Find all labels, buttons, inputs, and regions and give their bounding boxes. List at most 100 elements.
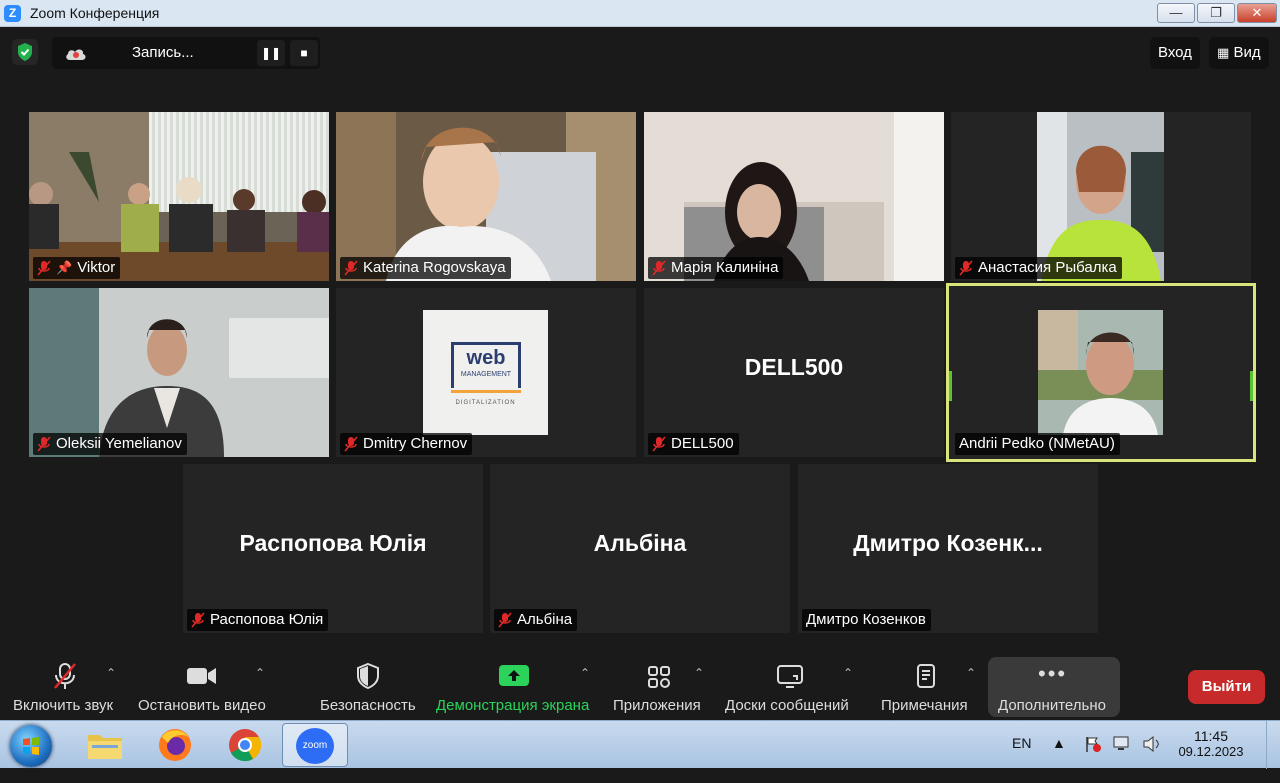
language-indicator[interactable]: EN: [1012, 735, 1031, 783]
unmute-button[interactable]: ⌃ Включить звук: [0, 654, 130, 720]
window-titlebar: Z Zoom Конференция — ❐ ✕: [0, 0, 1280, 27]
security-button[interactable]: Безопасность: [310, 654, 426, 720]
close-button[interactable]: ✕: [1237, 3, 1277, 23]
participant-name: Viktor: [77, 259, 116, 276]
participant-name-tag: Oleksii Yemelianov: [33, 433, 187, 455]
apps-button[interactable]: ⌃ Приложения: [608, 654, 710, 720]
video-tile-oleksii[interactable]: Oleksii Yemelianov: [29, 288, 329, 457]
stop-video-label: Остановить видео: [138, 697, 266, 714]
clock[interactable]: 11:45 09.12.2023: [1176, 721, 1246, 769]
audio-options-caret[interactable]: ⌃: [106, 666, 116, 680]
network-icon[interactable]: [1112, 735, 1132, 783]
view-button[interactable]: ▦ Вид: [1209, 37, 1269, 69]
profile-picture: [1038, 310, 1163, 435]
meeting-top-bar: Запись... ❚❚ ■ Вход ▦ Вид: [0, 27, 1280, 79]
show-hidden-icons-button[interactable]: ▲: [1052, 735, 1066, 783]
participant-name: Распопова Юлія: [210, 611, 324, 628]
video-tile-raspopova[interactable]: Распопова Юлія Распопова Юлія: [183, 464, 483, 633]
web-logo-text: web: [466, 347, 506, 369]
video-tile-andrii-active-speaker[interactable]: Andrii Pedko (NMetAU): [946, 283, 1256, 462]
video-tile-dmitry[interactable]: web MANAGEMENT DIGITALIZATION Dmitry Che…: [336, 288, 636, 457]
video-tile-viktor[interactable]: 📌 Viktor: [29, 112, 329, 281]
whiteboard-options-caret[interactable]: ⌃: [843, 666, 853, 680]
volume-icon[interactable]: [1142, 735, 1162, 783]
stop-recording-button[interactable]: ■: [290, 40, 318, 66]
apps-icon: [648, 666, 670, 688]
video-tile-albina[interactable]: Альбіна Альбіна: [490, 464, 790, 633]
start-button[interactable]: [10, 725, 52, 767]
profile-picture: web MANAGEMENT DIGITALIZATION: [423, 310, 548, 435]
grid-icon: ▦: [1217, 45, 1230, 60]
folder-icon: [88, 735, 122, 759]
participant-name-tag: Марія Калиніна: [648, 257, 784, 279]
participant-name: Марія Калиніна: [671, 259, 779, 276]
video-options-caret[interactable]: ⌃: [255, 666, 265, 680]
mic-muted-icon: [652, 260, 666, 276]
mic-muted-icon: [498, 612, 512, 628]
windows-logo-icon: [23, 737, 39, 755]
participant-display-name: DELL500: [744, 354, 844, 380]
enter-label: Вход: [1158, 44, 1192, 61]
recording-label: Запись...: [132, 44, 194, 61]
mic-muted-icon: [191, 612, 205, 628]
video-tile-anastasiia[interactable]: Анастасия Рыбалка: [951, 112, 1251, 281]
more-button[interactable]: ••• Дополнительно: [988, 657, 1120, 717]
apps-options-caret[interactable]: ⌃: [694, 666, 704, 680]
minimize-button[interactable]: —: [1157, 3, 1195, 23]
participant-video: [644, 112, 944, 281]
taskbar-chrome[interactable]: [212, 723, 278, 767]
taskbar-zoom[interactable]: zoom: [282, 723, 348, 767]
notes-button[interactable]: ⌃ Примечания: [874, 654, 980, 720]
chrome-icon: [229, 729, 262, 762]
speaking-indicator: [949, 371, 952, 401]
view-label: Вид: [1233, 44, 1261, 61]
leave-meeting-button[interactable]: Выйти: [1188, 670, 1265, 704]
participant-name: Анастасия Рыбалка: [978, 259, 1117, 276]
encryption-shield-icon[interactable]: [12, 39, 38, 65]
video-tile-mariia[interactable]: Марія Калиніна: [644, 112, 944, 281]
web-logo-tagline: DIGITALIZATION: [455, 400, 516, 406]
participant-name-tag: Andrii Pedko (NMetAU): [955, 433, 1120, 455]
participant-video: [29, 112, 329, 281]
taskbar-firefox[interactable]: [142, 723, 208, 767]
zoom-icon-label: zoom: [302, 740, 328, 751]
participant-name: Andrii Pedko (NMetAU): [959, 435, 1115, 452]
mic-muted-icon: [54, 663, 76, 689]
pause-recording-button[interactable]: ❚❚: [257, 40, 285, 66]
pin-icon: 📌: [56, 260, 73, 275]
mic-muted-icon: [344, 436, 358, 452]
video-tile-katerina[interactable]: Katerina Rogovskaya: [336, 112, 636, 281]
mic-muted-icon: [344, 260, 358, 276]
notes-options-caret[interactable]: ⌃: [966, 666, 976, 680]
show-desktop-button[interactable]: [1266, 721, 1280, 769]
share-screen-button[interactable]: ⌃ Демонстрация экрана: [430, 654, 600, 720]
participant-name-tag: Альбіна: [494, 609, 578, 631]
participant-name-tag: Анастасия Рыбалка: [955, 257, 1122, 279]
video-tile-dell500[interactable]: DELL500 DELL500: [644, 288, 944, 457]
language-label: EN: [1012, 735, 1032, 751]
participant-name-tag: Dmitry Chernov: [340, 433, 473, 455]
web-logo-sub: MANAGEMENT: [460, 371, 512, 378]
participant-name: Dmitry Chernov: [363, 435, 468, 452]
participant-name: Katerina Rogovskaya: [363, 259, 506, 276]
participant-name-tag: Распопова Юлія: [187, 609, 329, 631]
more-label: Дополнительно: [998, 697, 1106, 714]
whiteboards-button[interactable]: ⌃ Доски сообщений: [718, 654, 864, 720]
participant-name: Альбіна: [517, 611, 573, 628]
taskbar-explorer[interactable]: [72, 723, 138, 767]
action-center-flag-icon[interactable]: [1084, 735, 1102, 783]
zoom-icon: zoom: [296, 728, 334, 764]
chevron-up-icon: ▲: [1052, 735, 1066, 751]
share-screen-icon: [499, 665, 529, 686]
participant-name-tag: 📌 Viktor: [33, 257, 121, 279]
share-screen-label: Демонстрация экрана: [436, 697, 590, 714]
participant-name-tag: Дмитро Козенков: [802, 609, 931, 631]
participant-display-name: Распопова Юлія: [239, 530, 427, 556]
participant-name-tag: DELL500: [648, 433, 739, 455]
restore-button[interactable]: ❐: [1197, 3, 1235, 23]
mic-muted-icon: [37, 260, 51, 276]
share-options-caret[interactable]: ⌃: [580, 666, 590, 680]
enter-button[interactable]: Вход: [1150, 37, 1200, 69]
stop-video-button[interactable]: ⌃ Остановить видео: [130, 654, 270, 720]
video-tile-dmytro[interactable]: Дмитро Козенк... Дмитро Козенков: [798, 464, 1098, 633]
